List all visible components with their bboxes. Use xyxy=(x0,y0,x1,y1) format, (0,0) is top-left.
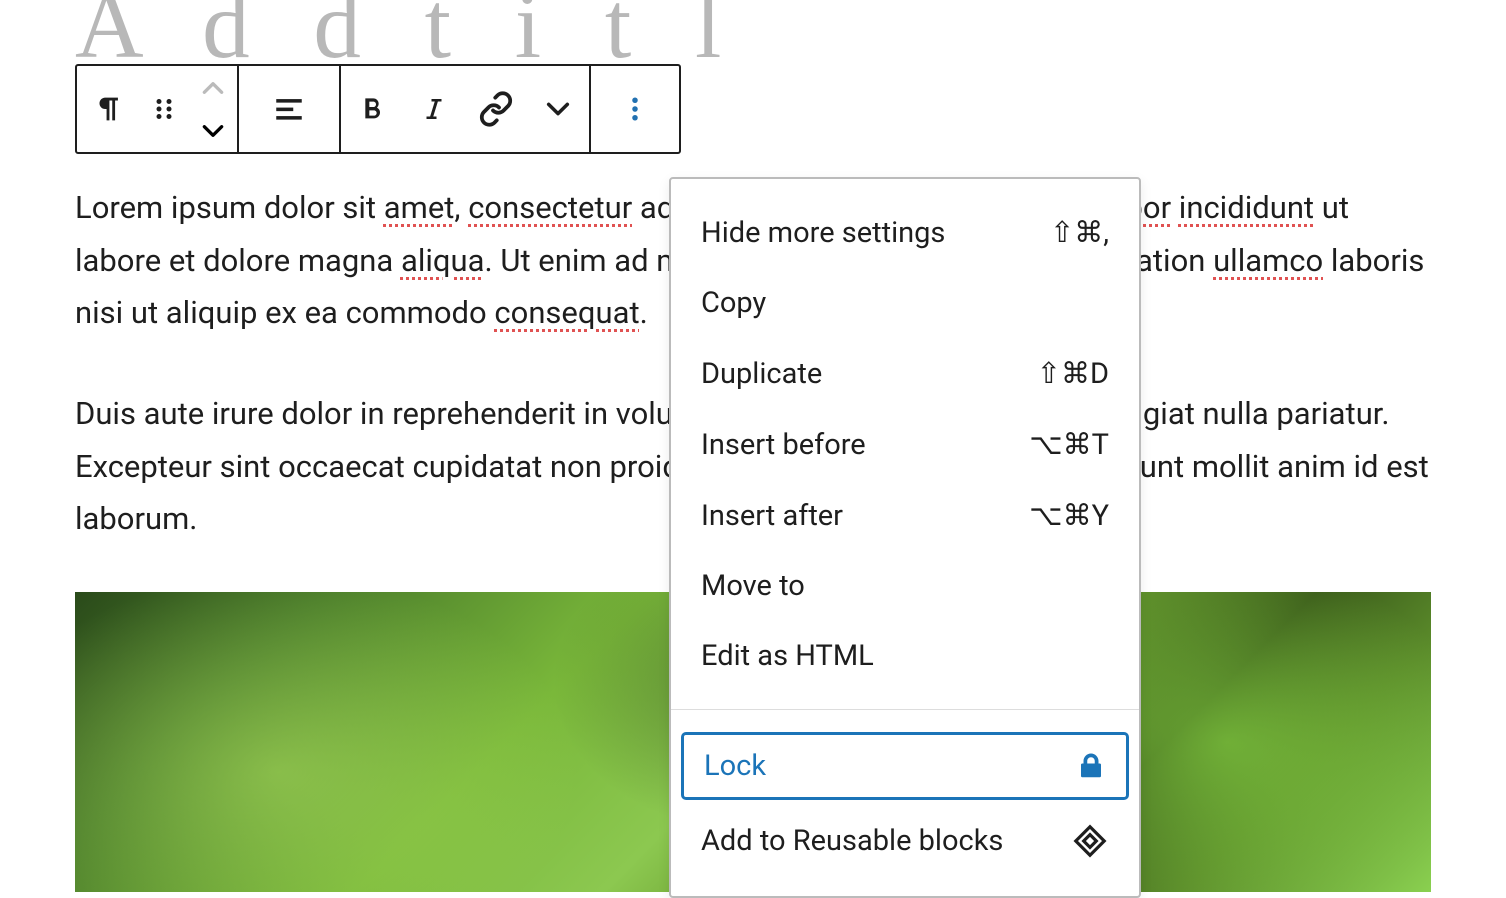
more-format-button[interactable] xyxy=(527,66,589,152)
paragraph-icon xyxy=(91,92,125,126)
menu-section-2: Lock Add to Reusable blocks xyxy=(671,710,1139,896)
text-span: . xyxy=(640,294,648,331)
menu-lock[interactable]: Lock xyxy=(681,732,1129,800)
menu-item-label: Move to xyxy=(701,569,805,603)
spell-marked-word: amet xyxy=(384,189,455,226)
chevron-up-icon xyxy=(200,79,226,97)
chevron-down-icon xyxy=(200,122,226,140)
menu-edit-html[interactable]: Edit as HTML xyxy=(671,621,1139,691)
italic-icon xyxy=(419,94,449,124)
menu-add-reusable[interactable]: Add to Reusable blocks xyxy=(671,804,1139,878)
block-toolbar xyxy=(75,64,681,154)
toolbar-group-format xyxy=(341,66,591,152)
link-icon xyxy=(478,91,514,127)
diamond-icon xyxy=(1071,822,1109,860)
lock-icon xyxy=(1076,751,1106,781)
bold-icon xyxy=(356,93,388,125)
drag-handle-icon xyxy=(149,94,179,124)
menu-item-shortcut: ⇧⌘, xyxy=(1050,215,1109,250)
menu-item-label: Edit as HTML xyxy=(701,639,874,673)
menu-item-shortcut: ⇧⌘D xyxy=(1037,356,1109,391)
spell-marked-word: ullamco xyxy=(1213,242,1323,279)
spell-marked-word: consectetur xyxy=(468,189,632,226)
menu-insert-after[interactable]: Insert after ⌥⌘Y xyxy=(671,480,1139,551)
spell-marked-word: incididunt xyxy=(1179,189,1314,226)
menu-item-label: Hide more settings xyxy=(701,216,945,250)
menu-move-to[interactable]: Move to xyxy=(671,551,1139,621)
align-button[interactable] xyxy=(239,66,339,152)
text-span: Lorem ipsum dolor sit xyxy=(75,189,384,226)
menu-item-label: Copy xyxy=(701,286,766,320)
move-down-button[interactable] xyxy=(189,109,237,152)
spell-marked-word: aliqua xyxy=(401,242,485,279)
menu-item-label: Add to Reusable blocks xyxy=(701,824,1003,858)
bold-button[interactable] xyxy=(341,66,403,152)
menu-hide-more-settings[interactable]: Hide more settings ⇧⌘, xyxy=(671,197,1139,268)
spell-marked-word: consequat xyxy=(494,294,639,331)
menu-item-shortcut: ⌥⌘T xyxy=(1029,427,1109,462)
menu-section-1: Hide more settings ⇧⌘, Copy Duplicate ⇧⌘… xyxy=(671,179,1139,710)
move-up-button xyxy=(189,66,237,109)
chevron-down-icon xyxy=(544,99,572,119)
menu-item-label: Lock xyxy=(704,749,766,783)
menu-item-label: Duplicate xyxy=(701,357,822,391)
toolbar-group-block xyxy=(77,66,239,152)
toolbar-group-options xyxy=(591,66,679,152)
align-left-icon xyxy=(272,92,306,126)
menu-item-label: Insert after xyxy=(701,499,843,533)
link-button[interactable] xyxy=(465,66,527,152)
text-span: , xyxy=(454,189,468,226)
block-options-menu: Hide more settings ⇧⌘, Copy Duplicate ⇧⌘… xyxy=(669,177,1141,898)
menu-item-label: Insert before xyxy=(701,428,866,462)
more-vertical-icon xyxy=(620,94,650,124)
menu-duplicate[interactable]: Duplicate ⇧⌘D xyxy=(671,338,1139,409)
drag-handle-button[interactable] xyxy=(139,66,189,152)
menu-copy[interactable]: Copy xyxy=(671,268,1139,338)
move-buttons xyxy=(189,66,237,152)
toolbar-group-align xyxy=(239,66,341,152)
italic-button[interactable] xyxy=(403,66,465,152)
options-button[interactable] xyxy=(591,66,679,152)
menu-item-shortcut: ⌥⌘Y xyxy=(1029,498,1109,533)
text-span xyxy=(1171,189,1179,226)
paragraph-type-button[interactable] xyxy=(77,66,139,152)
menu-insert-before[interactable]: Insert before ⌥⌘T xyxy=(671,409,1139,480)
